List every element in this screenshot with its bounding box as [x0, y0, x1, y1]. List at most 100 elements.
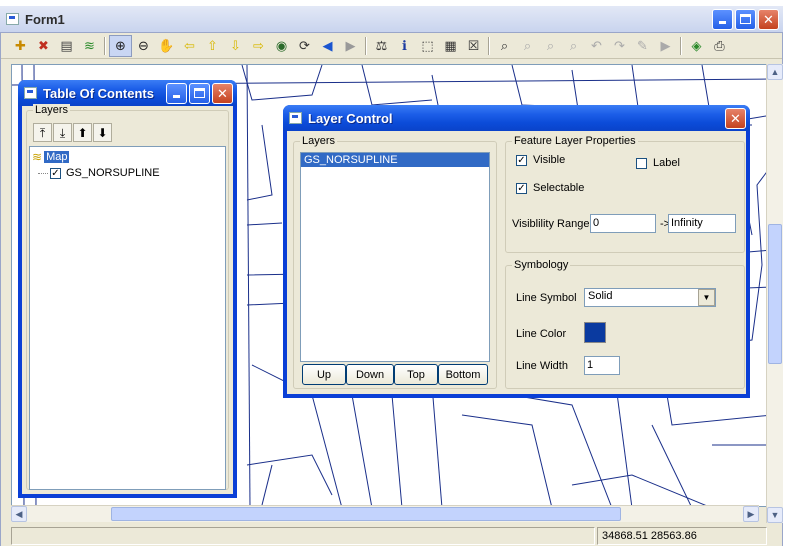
visible-label: Visible [533, 154, 566, 166]
pan-icon[interactable]: ✋ [155, 35, 178, 57]
map-horizontal-scrollbar[interactable]: ◀ ▶ [11, 505, 759, 522]
maximize-button[interactable] [735, 8, 756, 30]
add-layer-icon[interactable]: ✚ [9, 35, 32, 57]
label-checkbox-label: Label [653, 157, 680, 169]
tree-layer-label[interactable]: GS_NORSUPLINE [66, 167, 160, 179]
line-color-swatch[interactable] [584, 322, 606, 343]
layer-list-item[interactable]: GS_NORSUPLINE [301, 153, 489, 167]
move-down-button[interactable]: Down [346, 364, 394, 385]
toc-close-button[interactable]: ✕ [212, 82, 233, 104]
move-bottom-icon[interactable]: ⤓ [53, 123, 72, 142]
close-icon: ✕ [763, 11, 774, 27]
label-check-row[interactable]: Label [636, 157, 680, 169]
pencil-icon[interactable]: ✎ [631, 35, 654, 57]
move-up-icon[interactable]: ⬆ [73, 123, 92, 142]
chevron-down-icon[interactable]: ▼ [698, 289, 715, 306]
forward-icon[interactable]: ▶ [339, 35, 362, 57]
toc-maximize-button[interactable] [189, 82, 210, 104]
scroll-right-button[interactable]: ▶ [743, 506, 759, 522]
print-icon[interactable]: ⎙ [708, 35, 731, 57]
play-icon[interactable]: ▶ [654, 35, 677, 57]
minimize-button[interactable] [712, 8, 733, 30]
measure-icon[interactable]: ⚖ [370, 35, 393, 57]
layer-visibility-checkbox[interactable]: ✓ [50, 167, 61, 179]
tree-layer-item[interactable]: ✓ GS_NORSUPLINE [32, 165, 225, 181]
visible-check-row[interactable]: ✓ Visible [516, 154, 565, 166]
chevron-right-icon: ▶ [747, 508, 755, 519]
layer-control-titlebar[interactable]: Layer Control ✕ [283, 105, 750, 131]
edit-zoom-4-icon[interactable]: ⌕ [562, 35, 585, 57]
move-top-button[interactable]: Top [394, 364, 438, 385]
toolbar-separator [104, 36, 106, 55]
layer-tree[interactable]: ≋ Map ✓ GS_NORSUPLINE [29, 146, 226, 490]
toc-title: Table Of Contents [43, 85, 154, 101]
arrow-down-icon[interactable]: ⇩ [224, 35, 247, 57]
line-symbol-select[interactable]: Solid ▼ [584, 288, 716, 307]
edit-zoom-icon[interactable]: ⌕ [493, 35, 516, 57]
visible-checkbox[interactable]: ✓ [516, 154, 527, 166]
toc-titlebar[interactable]: Table Of Contents ✕ [18, 80, 237, 106]
toc-minimize-button[interactable] [166, 82, 187, 104]
zoom-in-icon[interactable]: ⊕ [109, 34, 132, 57]
chevron-down-icon: ▼ [770, 510, 780, 520]
zoom-out-icon[interactable]: ⊖ [132, 35, 155, 57]
layer-listbox[interactable]: GS_NORSUPLINE [300, 152, 490, 362]
refresh-icon[interactable]: ⟳ [293, 35, 316, 57]
edit-zoom-2-icon[interactable]: ⌕ [516, 35, 539, 57]
tree-root-label[interactable]: Map [44, 151, 70, 163]
toc-window-icon [24, 87, 37, 99]
selectable-checkbox[interactable]: ✓ [516, 182, 527, 194]
arrow-right-icon[interactable]: ⇨ [247, 35, 270, 57]
range-min-input[interactable]: 0 [590, 214, 656, 233]
redo-icon[interactable]: ↷ [608, 35, 631, 57]
app-icon [6, 13, 19, 25]
move-top-icon[interactable]: ⤒ [33, 123, 52, 142]
status-bar: 34868.51 28563.86 [1, 525, 782, 546]
selectable-check-row[interactable]: ✓ Selectable [516, 182, 584, 194]
feature-props-group: Feature Layer Properties ✓ Visible Label… [505, 135, 745, 253]
map-vertical-scrollbar[interactable]: ▲ ▼ [766, 64, 783, 523]
line-width-input[interactable]: 1 [584, 356, 620, 375]
edit-zoom-3-icon[interactable]: ⌕ [539, 35, 562, 57]
tree-root[interactable]: ≋ Map [32, 149, 225, 165]
line-color-label: Line Color [516, 328, 567, 340]
close-icon: ✕ [217, 85, 228, 101]
map-layers-icon: ≋ [32, 150, 43, 164]
status-panel-main [11, 527, 595, 545]
table-icon[interactable]: ▦ [439, 35, 462, 57]
remove-layer-icon[interactable]: ✖ [32, 35, 55, 57]
toc-toolbar: ⤒ ⤓ ⬆ ⬇ [27, 119, 228, 146]
info-icon[interactable]: ℹ [393, 35, 416, 57]
back-icon[interactable]: ◀ [316, 35, 339, 57]
scroll-left-button[interactable]: ◀ [11, 506, 27, 522]
clear-select-icon[interactable]: ☒ [462, 35, 485, 57]
range-max-input[interactable]: Infinity [668, 214, 736, 233]
line-symbol-value: Solid [588, 290, 613, 302]
toc-window: Table Of Contents ✕ Layers ⤒ ⤓ ⬆ ⬇ ≋ Map ✓ … [18, 80, 237, 498]
layers-icon[interactable]: ≋ [78, 35, 101, 57]
move-bottom-button[interactable]: Bottom [438, 364, 488, 385]
arrow-left-icon[interactable]: ⇦ [178, 35, 201, 57]
feature-props-label: Feature Layer Properties [512, 135, 638, 147]
layer-control-window: Layer Control ✕ Layers GS_NORSUPLINE Up … [283, 105, 750, 398]
scroll-down-button[interactable]: ▼ [767, 507, 783, 523]
move-down-icon[interactable]: ⬇ [93, 123, 112, 142]
move-up-button[interactable]: Up [302, 364, 346, 385]
vertical-scroll-thumb[interactable] [768, 224, 782, 364]
toc-client: Layers ⤒ ⤓ ⬆ ⬇ ≋ Map ✓ GS_NORSUPLINE [22, 104, 233, 494]
export-icon[interactable]: ◈ [685, 35, 708, 57]
tree-connector [38, 172, 48, 174]
main-titlebar[interactable]: Form1 ✕ [0, 6, 783, 32]
arrow-up-icon[interactable]: ⇧ [201, 35, 224, 57]
horizontal-scroll-thumb[interactable] [111, 507, 621, 521]
label-checkbox[interactable] [636, 157, 647, 169]
symbology-label: Symbology [512, 259, 571, 271]
undo-icon[interactable]: ↶ [585, 35, 608, 57]
properties-icon[interactable]: ▤ [55, 35, 78, 57]
full-extent-icon[interactable]: ◉ [270, 35, 293, 57]
scroll-up-button[interactable]: ▲ [767, 64, 783, 80]
close-button[interactable]: ✕ [758, 8, 779, 30]
chevron-left-icon: ◀ [15, 508, 23, 519]
select-icon[interactable]: ⬚ [416, 35, 439, 57]
layer-control-close-button[interactable]: ✕ [725, 107, 746, 129]
